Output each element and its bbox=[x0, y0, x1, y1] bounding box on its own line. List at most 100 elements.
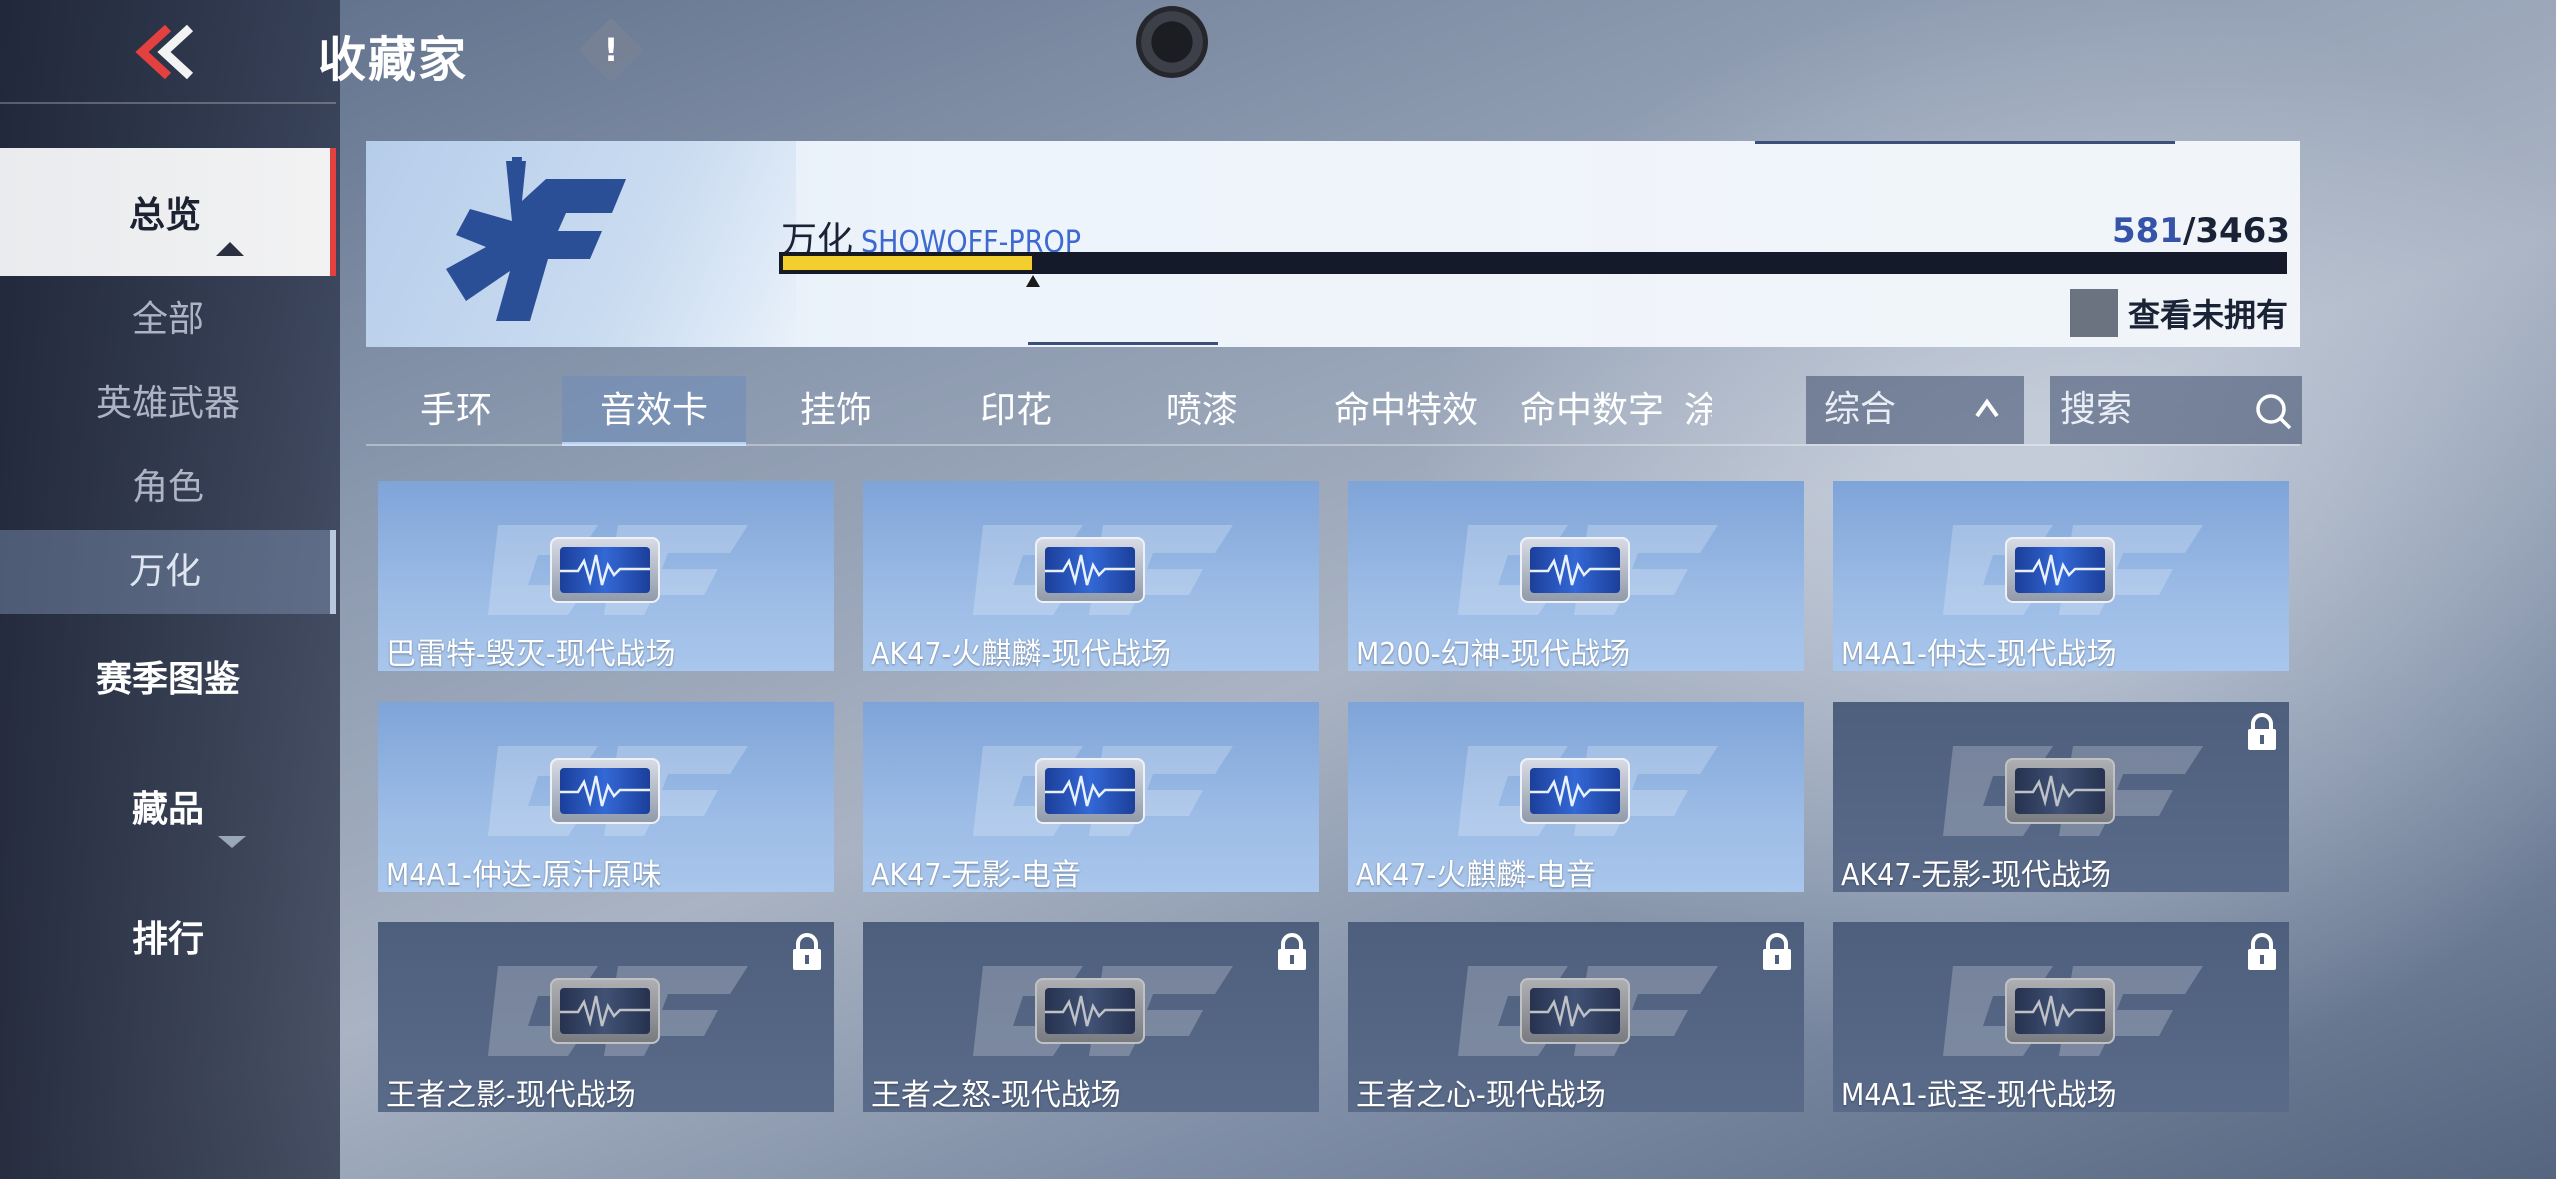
sidebar-item-characters[interactable]: 角色 bbox=[0, 458, 336, 510]
collapse-arrow-icon bbox=[216, 242, 244, 256]
progress-count: 581/3463 bbox=[2112, 211, 2290, 251]
page-title: 收藏家 bbox=[318, 32, 469, 88]
waveform-icon bbox=[560, 554, 650, 586]
item-name: 王者之心-现代战场 bbox=[1356, 1078, 1606, 1112]
checkbox[interactable] bbox=[2069, 289, 2118, 337]
tab-spray[interactable]: 喷漆 bbox=[1142, 376, 1262, 446]
sound-card-item[interactable]: 王者之怒-现代战场 bbox=[863, 922, 1319, 1112]
info-button[interactable]: ! bbox=[578, 17, 644, 83]
waveform-icon bbox=[1045, 775, 1135, 807]
tab-decal[interactable]: 印花 bbox=[956, 376, 1076, 446]
progress-bar bbox=[779, 252, 2287, 274]
progress-bar-fill bbox=[781, 254, 1034, 272]
item-name: AK47-无影-现代战场 bbox=[1841, 858, 2111, 892]
item-name: AK47-火麒麟-电音 bbox=[1356, 858, 1596, 892]
sound-card-item[interactable]: 巴雷特-毁灭-现代战场 bbox=[378, 481, 834, 671]
sound-card-item[interactable]: AK47-无影-现代战场 bbox=[1833, 702, 2289, 892]
item-name: 巴雷特-毁灭-现代战场 bbox=[386, 637, 676, 671]
lock-icon bbox=[2248, 713, 2276, 750]
sidebar-item-all[interactable]: 全部 bbox=[0, 290, 336, 342]
sound-card-icon bbox=[1520, 758, 1630, 824]
lock-icon bbox=[793, 933, 821, 970]
item-name: M4A1-仲达-原汁原味 bbox=[386, 858, 662, 892]
waveform-icon bbox=[1045, 554, 1135, 586]
sound-card-item[interactable]: M200-幻神-现代战场 bbox=[1348, 481, 1804, 671]
sidebar-item-season-catalog[interactable]: 赛季图鉴 bbox=[0, 650, 336, 702]
waveform-screen bbox=[2015, 988, 2105, 1034]
back-button[interactable] bbox=[130, 22, 200, 82]
waveform-screen bbox=[1530, 547, 1620, 593]
waveform-screen bbox=[560, 988, 650, 1034]
sidebar-item-ranking[interactable]: 排行 bbox=[0, 910, 336, 962]
count-separator: / bbox=[2182, 211, 2196, 251]
waveform-screen bbox=[560, 768, 650, 814]
waveform-icon bbox=[1530, 554, 1620, 586]
sort-dropdown[interactable]: 综合 bbox=[1806, 376, 2024, 444]
sound-card-item[interactable]: 王者之心-现代战场 bbox=[1348, 922, 1804, 1112]
lock-icon bbox=[2248, 933, 2276, 970]
waveform-icon bbox=[1530, 775, 1620, 807]
sidebar-item-overview[interactable]: 总览 bbox=[0, 148, 336, 276]
sound-card-icon bbox=[550, 978, 660, 1044]
tab-bracelet[interactable]: 手环 bbox=[396, 376, 516, 446]
total-count: 3463 bbox=[2195, 211, 2290, 251]
sound-card-icon bbox=[1520, 537, 1630, 603]
tab-partial[interactable]: 涂 bbox=[1684, 376, 1712, 446]
search-input[interactable]: 搜索 bbox=[2050, 376, 2302, 444]
search-icon[interactable] bbox=[2254, 392, 2294, 432]
lock-icon bbox=[1278, 933, 1306, 970]
waveform-icon bbox=[560, 775, 650, 807]
sound-card-item[interactable]: M4A1-仲达-现代战场 bbox=[1833, 481, 2289, 671]
cf-logo-icon bbox=[446, 157, 626, 321]
waveform-screen bbox=[2015, 547, 2105, 593]
sidebar-item-collection[interactable]: 藏品 bbox=[0, 780, 336, 832]
info-icon: ! bbox=[603, 31, 619, 69]
collection-progress-banner: 万化 SHOWOFF-PROP 581/3463 查看未拥有 bbox=[366, 141, 2300, 347]
sidebar-item-label: 总览 bbox=[128, 195, 201, 236]
chevron-up-icon bbox=[1975, 398, 1999, 418]
waveform-icon bbox=[2015, 775, 2105, 807]
waveform-screen bbox=[1530, 988, 1620, 1034]
tab-pendant[interactable]: 挂饰 bbox=[776, 376, 896, 446]
sidebar-item-wanhua[interactable]: 万化 bbox=[0, 530, 336, 614]
tab-hit-number[interactable]: 命中数字 bbox=[1492, 376, 1692, 446]
tab-sound-card[interactable]: 音效卡 bbox=[562, 376, 746, 446]
waveform-screen bbox=[1045, 768, 1135, 814]
sound-card-icon bbox=[1520, 978, 1630, 1044]
camera-cutout bbox=[1136, 6, 1208, 78]
sort-label: 综合 bbox=[1824, 389, 1897, 430]
waveform-screen bbox=[2015, 768, 2105, 814]
banner-accent-line bbox=[1028, 342, 1218, 345]
sound-card-item[interactable]: AK47-火麒麟-电音 bbox=[1348, 702, 1804, 892]
sound-card-icon bbox=[1035, 758, 1145, 824]
sound-card-item[interactable]: 王者之影-现代战场 bbox=[378, 922, 834, 1112]
sound-card-icon bbox=[1035, 537, 1145, 603]
sound-card-item[interactable]: M4A1-仲达-原汁原味 bbox=[378, 702, 834, 892]
sound-card-item[interactable]: AK47-火麒麟-现代战场 bbox=[863, 481, 1319, 671]
item-name: M4A1-仲达-现代战场 bbox=[1841, 637, 2117, 671]
item-name: AK47-火麒麟-现代战场 bbox=[871, 637, 1171, 671]
waveform-icon bbox=[1530, 995, 1620, 1027]
double-chevron-left-icon bbox=[135, 24, 194, 80]
item-name: M4A1-武圣-现代战场 bbox=[1841, 1078, 2117, 1112]
sound-card-item[interactable]: M4A1-武圣-现代战场 bbox=[1833, 922, 2289, 1112]
header-divider bbox=[0, 102, 336, 104]
category-tabs: 手环 音效卡 挂饰 印花 喷漆 命中特效 命中数字 涂 bbox=[366, 376, 1776, 446]
waveform-icon bbox=[1045, 995, 1135, 1027]
item-name: 王者之影-现代战场 bbox=[386, 1078, 636, 1112]
waveform-screen bbox=[1045, 988, 1135, 1034]
sidebar-item-hero-weapons[interactable]: 英雄武器 bbox=[0, 374, 336, 426]
sound-card-item[interactable]: AK47-无影-电音 bbox=[863, 702, 1319, 892]
expand-arrow-icon bbox=[218, 836, 246, 848]
lock-icon bbox=[1763, 933, 1791, 970]
sound-card-icon bbox=[2005, 758, 2115, 824]
owned-count: 581 bbox=[2111, 211, 2183, 251]
waveform-screen bbox=[1530, 768, 1620, 814]
search-placeholder: 搜索 bbox=[2060, 389, 2133, 430]
item-name: 王者之怒-现代战场 bbox=[871, 1078, 1121, 1112]
tab-hit-effect[interactable]: 命中特效 bbox=[1306, 376, 1506, 446]
sound-card-icon bbox=[550, 758, 660, 824]
view-unowned-toggle[interactable]: 查看未拥有 bbox=[2069, 289, 2288, 337]
sound-card-icon bbox=[2005, 978, 2115, 1044]
progress-marker-icon bbox=[1026, 275, 1040, 287]
